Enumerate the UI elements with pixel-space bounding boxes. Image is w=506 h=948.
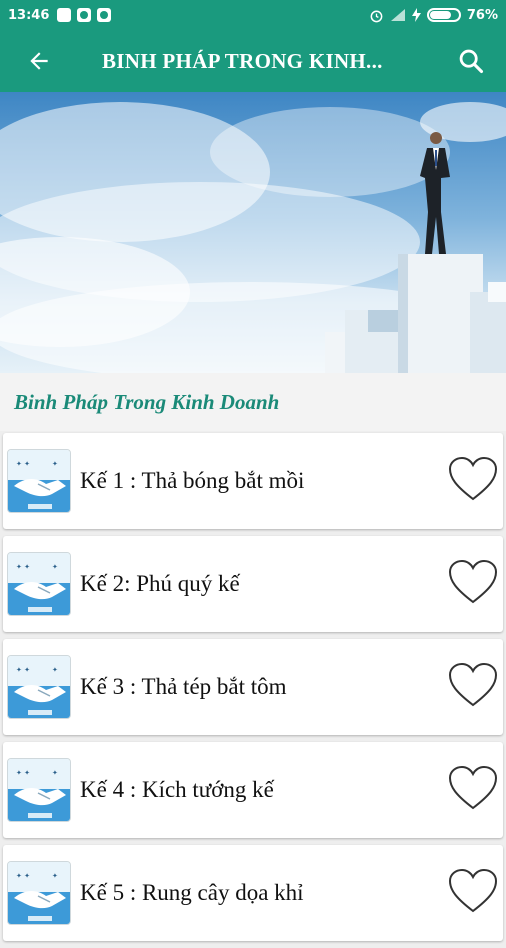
list-item[interactable]: ✦ ✦ ✦ Kế 5 : Rung cây dọa khỉ bbox=[3, 845, 503, 941]
svg-text:✦ ✦: ✦ ✦ bbox=[16, 769, 30, 777]
status-time: 13:46 bbox=[8, 7, 50, 23]
item-thumbnail: ✦ ✦ ✦ bbox=[7, 758, 71, 822]
battery-level-fill bbox=[429, 11, 451, 19]
svg-text:✦: ✦ bbox=[52, 460, 58, 468]
list-item[interactable]: ✦ ✦ ✦ Kế 2: Phú quý kế bbox=[3, 536, 503, 632]
favorite-button[interactable] bbox=[443, 868, 503, 918]
list-item[interactable]: ✦ ✦ ✦ Kế 3 : Thả tép bắt tôm bbox=[3, 639, 503, 735]
heart-icon bbox=[448, 662, 498, 712]
heart-icon bbox=[448, 559, 498, 609]
svg-text:✦ ✦: ✦ ✦ bbox=[16, 460, 30, 468]
back-button[interactable] bbox=[0, 48, 78, 74]
app-bar: BINH PHÁP TRONG KINH... bbox=[0, 30, 506, 92]
svg-text:✦: ✦ bbox=[52, 563, 58, 571]
favorite-button[interactable] bbox=[443, 662, 503, 712]
svg-text:✦: ✦ bbox=[52, 666, 58, 674]
notification-icon bbox=[77, 8, 92, 22]
item-thumbnail: ✦ ✦ ✦ bbox=[7, 861, 71, 925]
heart-icon bbox=[448, 868, 498, 918]
battery-percent: 76% bbox=[466, 7, 498, 23]
page-title: BINH PHÁP TRONG KINH... bbox=[102, 48, 383, 73]
svg-text:✦: ✦ bbox=[52, 769, 58, 777]
list-item[interactable]: ✦ ✦ ✦ Kế 1 : Thả bóng bắt mồi bbox=[3, 433, 503, 529]
hero-banner-image bbox=[0, 92, 506, 373]
item-label: Kế 1 : Thả bóng bắt mồi bbox=[80, 468, 305, 493]
back-arrow-icon bbox=[30, 52, 48, 70]
status-bar: 13:46 76% bbox=[0, 0, 506, 30]
item-label: Kế 4 : Kích tướng kế bbox=[80, 777, 274, 802]
businessman-on-stairs-illustration bbox=[0, 102, 506, 373]
sim-icon bbox=[57, 8, 72, 22]
favorite-button[interactable] bbox=[443, 765, 503, 815]
svg-text:✦: ✦ bbox=[52, 872, 58, 880]
svg-text:✦ ✦: ✦ ✦ bbox=[16, 666, 30, 674]
status-right: 76% bbox=[369, 8, 498, 23]
alarm-icon bbox=[370, 10, 383, 22]
heart-icon bbox=[448, 765, 498, 815]
svg-text:✦ ✦: ✦ ✦ bbox=[16, 563, 30, 571]
item-label: Kế 3 : Thả tép bắt tôm bbox=[80, 674, 287, 699]
search-button[interactable] bbox=[436, 47, 506, 75]
list-item[interactable]: ✦ ✦ ✦ Kế 4 : Kích tướng kế bbox=[3, 742, 503, 838]
svg-text:✦ ✦: ✦ ✦ bbox=[16, 872, 30, 880]
item-thumbnail: ✦ ✦ ✦ bbox=[7, 655, 71, 719]
search-icon bbox=[459, 49, 484, 74]
charging-icon bbox=[411, 8, 421, 22]
heart-icon bbox=[448, 456, 498, 506]
battery-icon bbox=[426, 8, 461, 22]
item-label: Kế 5 : Rung cây dọa khỉ bbox=[80, 880, 304, 905]
favorite-button[interactable] bbox=[443, 456, 503, 506]
favorite-button[interactable] bbox=[443, 559, 503, 609]
signal-icon bbox=[390, 9, 405, 21]
android-icon bbox=[97, 8, 112, 22]
item-label: Kế 2: Phú quý kế bbox=[80, 571, 240, 596]
item-thumbnail: ✦ ✦ ✦ bbox=[7, 552, 71, 616]
item-thumbnail: ✦ ✦ ✦ bbox=[7, 449, 71, 513]
strategy-list: ✦ ✦ ✦ Kế 1 : Thả bóng bắt mồi ✦ ✦ ✦ Kế 2: … bbox=[0, 431, 506, 948]
section-title: Binh Pháp Trong Kinh Doanh bbox=[0, 373, 506, 431]
